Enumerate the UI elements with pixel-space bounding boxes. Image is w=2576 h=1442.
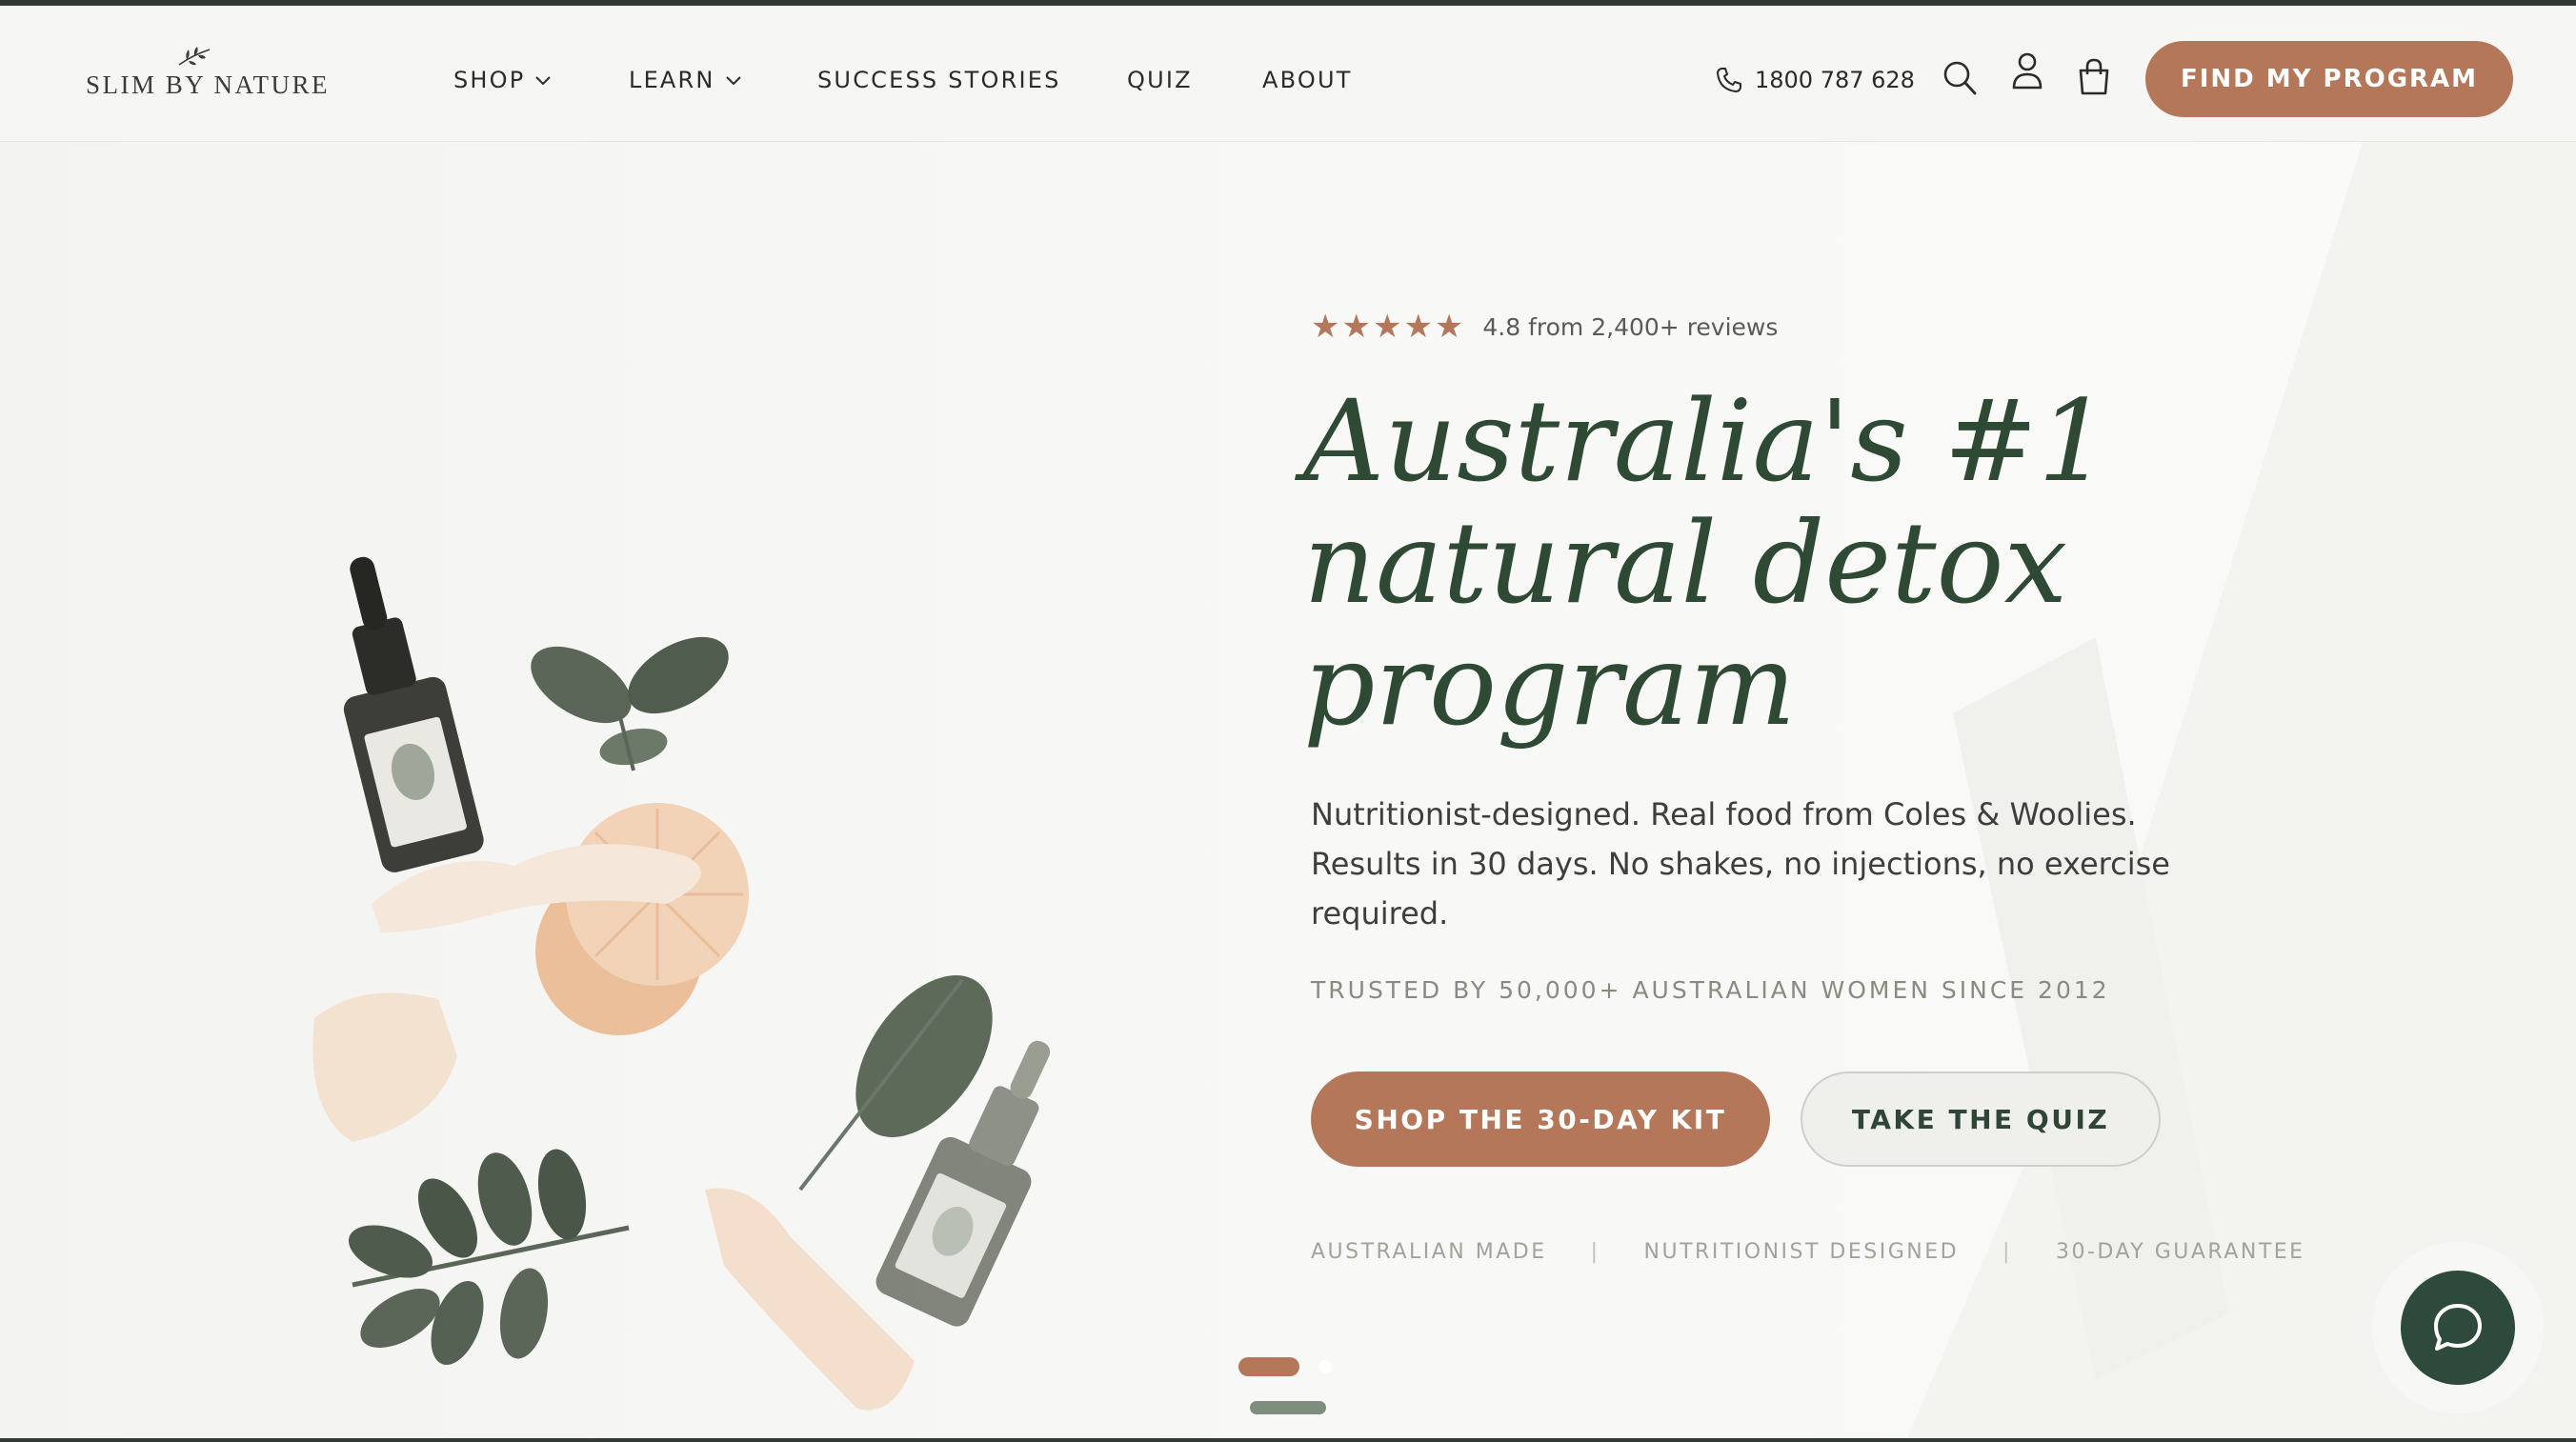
carousel-progress-bar <box>1250 1401 1326 1414</box>
logo[interactable]: SLIM BY NATURE <box>86 46 328 112</box>
headline-line: program <box>1303 619 1797 751</box>
hero-headline: Australia's #1 natural detox program <box>1303 380 2256 746</box>
trusted-by-text: TRUSTED BY 50,000+ AUSTRALIAN WOMEN SINC… <box>1311 976 2110 1004</box>
nav-item-about[interactable]: ABOUT <box>1262 61 1353 99</box>
headline-line: Australia's #1 <box>1303 375 2110 507</box>
badge-separator: | <box>2002 1239 2012 1264</box>
nav-item-label: ABOUT <box>1262 67 1353 93</box>
carousel-dot[interactable] <box>1318 1360 1332 1373</box>
hero-section: ★★★★★ 4.8 from 2,400+ reviews Australia'… <box>0 142 2576 1442</box>
nav-item-label: LEARN <box>629 67 715 93</box>
headline-line: natural detox <box>1303 497 2068 629</box>
phone-icon <box>1717 68 1741 92</box>
nav-item-label: QUIZ <box>1127 67 1193 93</box>
phone-link[interactable]: 1800 787 628 <box>1715 61 1915 99</box>
nav-item-shop[interactable]: SHOP <box>453 61 552 99</box>
leaf-sprig-icon <box>178 47 211 66</box>
find-my-program-button[interactable]: FIND MY PROGRAM <box>2145 41 2513 117</box>
chevron-down-icon <box>535 76 552 86</box>
search-icon[interactable] <box>1942 59 1978 97</box>
badge-30-day-guarantee: 30-DAY GUARANTEE <box>2055 1239 2305 1264</box>
badge-australian-made: AUSTRALIAN MADE <box>1311 1239 1547 1264</box>
nav-item-quiz[interactable]: QUIZ <box>1127 61 1193 99</box>
chevron-down-icon <box>725 76 741 86</box>
nav-item-label: SUCCESS STORIES <box>817 67 1061 93</box>
chat-button[interactable] <box>2401 1271 2515 1385</box>
logo-text: SLIM BY NATURE <box>86 70 331 99</box>
hero-subheadline: Nutritionist-designed. Real food from Co… <box>1311 796 2170 931</box>
rating-text: 4.8 from 2,400+ reviews <box>1482 312 1779 341</box>
user-icon[interactable] <box>2010 51 2044 91</box>
trust-badges: AUSTRALIAN MADE | NUTRITIONIST DESIGNED … <box>1311 1237 2305 1266</box>
take-the-quiz-button[interactable]: TAKE THE QUIZ <box>1801 1071 2161 1167</box>
badge-nutritionist-designed: NUTRITIONIST DESIGNED <box>1643 1239 1960 1264</box>
nav-item-label: SHOP <box>453 67 526 93</box>
nav-item-learn[interactable]: LEARN <box>629 61 742 99</box>
badge-separator: | <box>1590 1239 1600 1264</box>
nav-item-success-stories[interactable]: SUCCESS STORIES <box>817 61 1061 99</box>
chat-bubble-icon <box>2434 1304 2482 1351</box>
phone-number: 1800 787 628 <box>1755 67 1915 93</box>
rating-summary[interactable]: ★★★★★ 4.8 from 2,400+ reviews <box>1311 308 1779 346</box>
site-header: SLIM BY NATURE SHOP LEARN SUCCESS STORIE… <box>0 6 2576 142</box>
star-rating-icons: ★★★★★ <box>1311 308 1466 346</box>
shop-30-day-kit-button[interactable]: SHOP THE 30-DAY KIT <box>1311 1071 1770 1167</box>
carousel-dot-active[interactable] <box>1238 1357 1299 1376</box>
bottom-border <box>0 1438 2576 1442</box>
shopping-bag-icon[interactable] <box>2077 57 2111 97</box>
